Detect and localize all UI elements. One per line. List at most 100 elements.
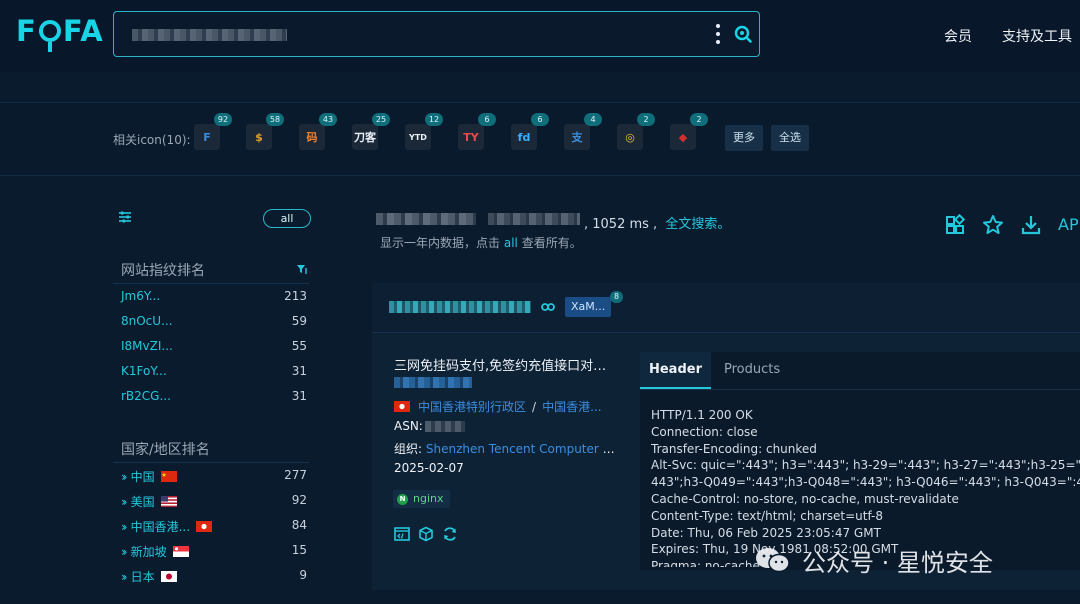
fingerprint-name[interactable]: I8MvZI... — [121, 339, 173, 353]
fingerprint-row[interactable]: rB2CG... 31 — [121, 389, 307, 403]
country-count: 84 — [291, 518, 307, 532]
grid-view-icon[interactable] — [944, 214, 966, 236]
star-icon[interactable] — [982, 214, 1004, 236]
query-time: 1052 ms — [592, 217, 649, 232]
more-options-icon[interactable] — [714, 24, 722, 44]
country-row[interactable]: ›› 美国 92 — [121, 493, 307, 510]
download-icon[interactable] — [1020, 214, 1042, 236]
fingerprint-name[interactable]: rB2CG... — [121, 389, 171, 403]
all-toggle[interactable]: all — [263, 209, 311, 228]
redacted-text — [376, 213, 476, 225]
fingerprint-row[interactable]: I8MvZI... 55 — [121, 339, 307, 353]
filter-settings-icon[interactable] — [118, 210, 132, 224]
related-icon-count: 2 — [690, 113, 708, 126]
fingerprint-name[interactable]: K1FoY... — [121, 364, 167, 378]
org-link[interactable]: Shenzhen Tencent Computer Sy... — [426, 442, 620, 456]
related-icon-count: 25 — [372, 113, 390, 126]
divider — [113, 462, 309, 463]
server-tag[interactable]: Nnginx — [393, 490, 450, 508]
related-icon-6[interactable]: TY — [458, 124, 484, 150]
redacted-ip[interactable] — [394, 377, 472, 388]
asn-label: ASN: — [394, 419, 423, 433]
hk-flag-icon — [394, 401, 410, 412]
related-icon-9[interactable]: ◎ — [617, 124, 643, 150]
refresh-icon[interactable] — [442, 526, 458, 542]
note-prefix: 显示一年内数据，点击 — [380, 236, 501, 250]
us-flag-icon — [160, 496, 177, 507]
jp-flag-icon — [160, 571, 177, 582]
tab-products[interactable]: Products — [724, 352, 780, 389]
related-icon-count: 58 — [266, 113, 284, 126]
all-link[interactable]: all — [504, 236, 518, 250]
country-row[interactable]: ›› 日本 9 — [121, 568, 307, 585]
fingerprint-name[interactable]: Jm6Y... — [121, 289, 160, 303]
org-label: 组织: — [394, 442, 423, 456]
country-name[interactable]: 新加坡 — [131, 543, 167, 560]
fingerprint-row[interactable]: Jm6Y... 213 — [121, 289, 307, 303]
related-icon-3[interactable]: 码 — [299, 124, 325, 150]
redacted-text — [488, 213, 580, 225]
country-name[interactable]: 日本 — [131, 568, 155, 585]
related-icon-10[interactable]: ◆ — [670, 124, 696, 150]
country-name[interactable]: 中国香港... — [131, 518, 190, 535]
country-count: 9 — [299, 568, 307, 582]
nav-support-tools[interactable]: 支持及工具 — [1002, 26, 1072, 46]
related-icon-7[interactable]: fd — [511, 124, 537, 150]
org-row: 组织: Shenzhen Tencent Computer Sy... — [394, 440, 620, 457]
search-icon[interactable] — [733, 24, 753, 44]
note-suffix: 查看所有。 — [521, 236, 582, 250]
fingerprint-count: 213 — [284, 289, 307, 303]
source-code-icon[interactable] — [394, 526, 410, 542]
fingerprint-row[interactable]: 8nOcU... 59 — [121, 314, 307, 328]
related-icon-2[interactable]: $ — [246, 124, 272, 150]
location-city-link[interactable]: 中国香港... — [542, 398, 601, 415]
fingerprint-name[interactable]: 8nOcU... — [121, 314, 173, 328]
cn-flag-icon — [160, 471, 177, 482]
wechat-icon — [756, 548, 790, 573]
chevron-right-icon: ›› — [121, 494, 127, 509]
fingerprint-ranking-title: 网站指纹排名 — [121, 263, 205, 279]
country-ranking-title: 国家/地区排名 — [121, 442, 210, 458]
related-icon-count: 12 — [425, 113, 443, 126]
country-count: 15 — [291, 543, 307, 557]
search-input[interactable] — [128, 20, 688, 48]
related-icon-count: 6 — [531, 113, 549, 126]
fingerprint-row[interactable]: K1FoY... 31 — [121, 364, 307, 378]
country-count: 92 — [291, 493, 307, 507]
country-name[interactable]: 美国 — [131, 493, 155, 510]
related-icon-8[interactable]: 支 — [564, 124, 590, 150]
watermark: 公众号 · 星悦安全 — [754, 543, 993, 577]
select-all-button[interactable]: 全选 — [771, 125, 809, 151]
country-row[interactable]: ›› 新加坡 15 — [121, 543, 307, 560]
country-name[interactable]: 中国 — [131, 468, 155, 485]
location-separator: / — [532, 399, 537, 414]
redacted-asn[interactable] — [424, 421, 465, 432]
api-button[interactable]: AP — [1058, 215, 1079, 234]
related-icon-count: 4 — [584, 113, 602, 126]
tab-divider — [640, 389, 1080, 390]
fofa-logo[interactable]: F FA — [16, 14, 104, 52]
more-icons-button[interactable]: 更多 — [725, 125, 763, 151]
country-row[interactable]: ›› 中国 277 — [121, 468, 307, 485]
country-row[interactable]: ›› 中国香港... 84 — [121, 518, 307, 535]
watermark-text: 公众号 · 星悦安全 — [802, 548, 993, 577]
tab-header[interactable]: Header — [640, 352, 711, 389]
fingerprint-count: 55 — [291, 339, 307, 353]
nav-member[interactable]: 会员 — [944, 26, 972, 46]
sort-icon[interactable] — [296, 263, 308, 275]
related-icons-label: 相关icon(10): — [113, 133, 191, 147]
redacted-host-link[interactable] — [389, 301, 531, 313]
link-icon[interactable] — [541, 300, 555, 314]
full-text-search-link[interactable]: 全文搜索。 — [665, 217, 730, 232]
cube-icon[interactable] — [418, 526, 434, 542]
site-title[interactable]: 三网免挂码支付,免签约充值接口对接... — [394, 355, 614, 374]
related-icon-count: 43 — [319, 113, 337, 126]
related-icon-5[interactable]: YTD — [405, 124, 431, 150]
fingerprint-count: 59 — [291, 314, 307, 328]
location-region-link[interactable]: 中国香港特别行政区 — [418, 398, 526, 415]
update-date: 2025-02-07 — [394, 461, 464, 475]
fingerprint-tag-count: 8 — [610, 291, 623, 303]
related-icon-1[interactable]: F — [194, 124, 220, 150]
related-icon-4[interactable]: 刀客 — [352, 124, 378, 150]
fingerprint-tag[interactable]: XaM... — [565, 297, 612, 317]
